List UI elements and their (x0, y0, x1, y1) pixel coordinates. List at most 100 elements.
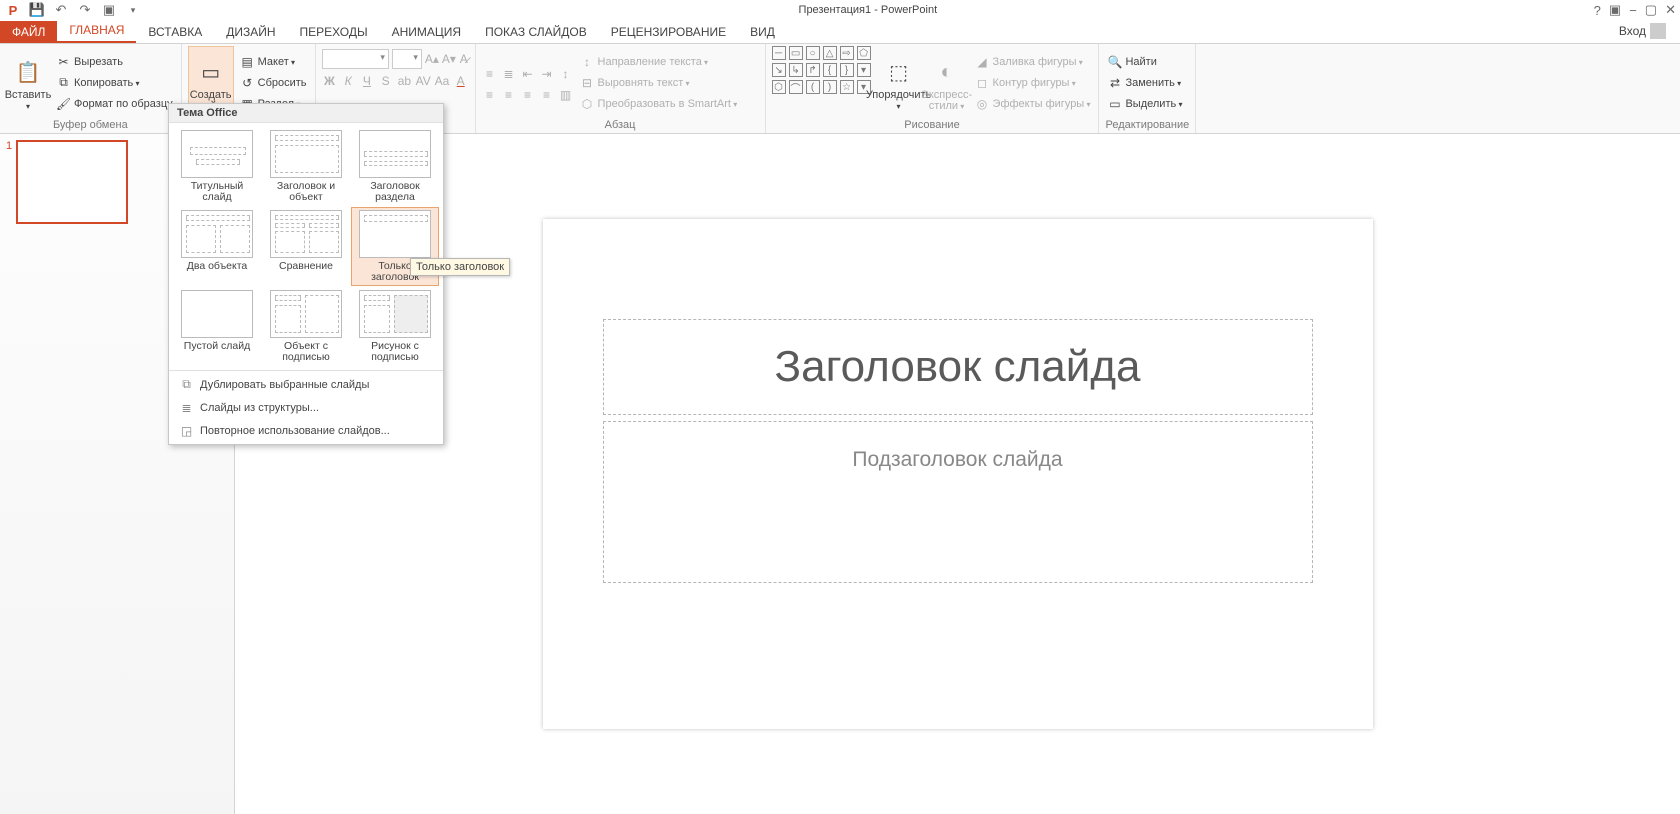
reset-button[interactable]: ↺Сбросить (238, 73, 309, 93)
paste-button[interactable]: 📋 Вставить (6, 46, 50, 119)
reset-label: Сбросить (258, 77, 307, 89)
bold-icon[interactable]: Ж (322, 72, 338, 90)
ribbon-opts-icon[interactable]: ▣ (1609, 2, 1621, 18)
subtitle-placeholder[interactable]: Подзаголовок слайда (603, 421, 1313, 583)
duplicate-slides-item[interactable]: ⧉Дублировать выбранные слайды (169, 373, 443, 396)
app-icon: P (4, 1, 22, 19)
spacing-icon[interactable]: AV (415, 72, 431, 90)
arrange-button[interactable]: ⬚ Упорядочить (877, 46, 921, 119)
align-center-icon[interactable]: ≡ (501, 86, 517, 104)
grow-font-icon[interactable]: A▴ (425, 50, 439, 68)
layout-title-slide[interactable]: Титульный слайд (173, 127, 261, 206)
numbering-icon[interactable]: ≣ (501, 65, 517, 83)
line-spacing-icon[interactable]: ↕ (558, 65, 574, 83)
brush-icon: 🖌 (56, 96, 71, 111)
quick-styles-button[interactable]: ◐ Экспресс-стили (925, 46, 969, 119)
align-text-button[interactable]: ⊟Выровнять текст (578, 73, 740, 93)
group-clipboard-label: Буфер обмена (6, 119, 175, 133)
fill-icon: ◢ (975, 54, 990, 69)
replace-button[interactable]: ⇄Заменить (1105, 73, 1184, 93)
undo-icon[interactable]: ↶ (52, 1, 70, 19)
text-direction-label: Направление текста (598, 56, 709, 68)
maximize-icon[interactable]: ▢ (1645, 2, 1657, 18)
layout-title-content[interactable]: Заголовок и объект (262, 127, 350, 206)
select-button[interactable]: ▭Выделить (1105, 94, 1184, 114)
indent-dec-icon[interactable]: ⇤ (520, 65, 536, 83)
help-icon[interactable]: ? (1594, 3, 1601, 18)
tab-transitions[interactable]: ПЕРЕХОДЫ (288, 21, 380, 43)
redo-icon[interactable]: ↷ (76, 1, 94, 19)
group-paragraph-label: Абзац (482, 119, 759, 133)
find-icon: 🔍 (1107, 54, 1122, 69)
bullets-icon[interactable]: ≡ (482, 65, 498, 83)
tab-review[interactable]: РЕЦЕНЗИРОВАНИЕ (599, 21, 738, 43)
font-size-select[interactable] (392, 49, 422, 69)
slides-from-outline-item[interactable]: ≣Слайды из структуры... (169, 396, 443, 419)
layout-button[interactable]: ▤Макет (238, 52, 309, 72)
underline-icon[interactable]: Ч (359, 72, 375, 90)
align-left-icon[interactable]: ≡ (482, 86, 498, 104)
tab-view[interactable]: ВИД (738, 21, 787, 43)
shape-gallery[interactable]: ─▭○△⇨⬠ ↘↳↱{}▾ ⬡⌒()☆▾ (772, 46, 873, 119)
cut-button[interactable]: ✂Вырезать (54, 52, 175, 72)
slide-canvas[interactable]: Заголовок слайда Подзаголовок слайда (235, 134, 1680, 814)
group-editing: 🔍Найти ⇄Заменить ▭Выделить Редактировани… (1099, 44, 1196, 133)
outline-icon: ≣ (179, 400, 194, 415)
close-icon[interactable]: ✕ (1665, 2, 1676, 18)
strike-icon[interactable]: S (378, 72, 394, 90)
layout-two-content[interactable]: Два объекта (173, 207, 261, 286)
minimize-icon[interactable]: − (1629, 3, 1637, 18)
effects-icon: ◎ (975, 96, 990, 111)
title-placeholder[interactable]: Заголовок слайда (603, 319, 1313, 415)
shape-effects-button[interactable]: ◎Эффекты фигуры (973, 94, 1093, 114)
align-right-icon[interactable]: ≡ (520, 86, 536, 104)
layout-icon: ▤ (240, 54, 255, 69)
tab-animations[interactable]: АНИМАЦИЯ (380, 21, 473, 43)
cut-icon: ✂ (56, 54, 71, 69)
shape-fill-button[interactable]: ◢Заливка фигуры (973, 52, 1093, 72)
smartart-button[interactable]: ⬡Преобразовать в SmartArt (578, 94, 740, 114)
copy-button[interactable]: ⧉Копировать (54, 73, 175, 93)
layout-picture-caption[interactable]: Рисунок с подписью (351, 287, 439, 366)
text-direction-button[interactable]: ↕Направление текста (578, 52, 740, 72)
save-icon[interactable]: 💾 (28, 1, 46, 19)
layout-blank[interactable]: Пустой слайд (173, 287, 261, 366)
format-painter-button[interactable]: 🖌Формат по образцу (54, 94, 175, 114)
layout-comparison[interactable]: Сравнение (262, 207, 350, 286)
italic-icon[interactable]: К (340, 72, 356, 90)
slide[interactable]: Заголовок слайда Подзаголовок слайда (543, 219, 1373, 729)
slide-thumb-preview[interactable] (16, 140, 128, 224)
signin[interactable]: Вход (1611, 19, 1674, 43)
case-icon[interactable]: Aa (434, 72, 450, 90)
font-color-icon[interactable]: A (453, 72, 469, 90)
gallery-header: Тема Office (169, 104, 443, 123)
shape-outline-label: Контур фигуры (993, 77, 1076, 89)
tooltip: Только заголовок (410, 258, 510, 276)
tab-file[interactable]: ФАЙЛ (0, 21, 57, 43)
smartart-icon: ⬡ (580, 96, 595, 111)
reuse-slides-item[interactable]: ◲Повторное использование слайдов... (169, 419, 443, 442)
quick-access-toolbar: P 💾 ↶ ↷ ▣ ▾ (4, 1, 142, 19)
tab-insert[interactable]: ВСТАВКА (136, 21, 214, 43)
columns-icon[interactable]: ▥ (558, 86, 574, 104)
quick-styles-icon: ◐ (932, 58, 962, 88)
clear-format-icon[interactable]: A̷ (459, 50, 469, 68)
justify-icon[interactable]: ≡ (539, 86, 555, 104)
tab-home[interactable]: ГЛАВНАЯ (57, 19, 136, 43)
shadow-icon[interactable]: ab (397, 72, 413, 90)
shrink-font-icon[interactable]: A▾ (442, 50, 456, 68)
tab-slideshow[interactable]: ПОКАЗ СЛАЙДОВ (473, 21, 599, 43)
window-controls: ? ▣ − ▢ ✕ (1594, 2, 1676, 18)
layout-label: Макет (258, 56, 295, 68)
layout-content-caption[interactable]: Объект с подписью (262, 287, 350, 366)
font-family-select[interactable] (322, 49, 389, 69)
indent-inc-icon[interactable]: ⇥ (539, 65, 555, 83)
layout-section-header[interactable]: Заголовок раздела (351, 127, 439, 206)
paste-icon: 📋 (13, 58, 43, 88)
find-button[interactable]: 🔍Найти (1105, 52, 1184, 72)
qat-more-icon[interactable]: ▾ (124, 1, 142, 19)
tab-design[interactable]: ДИЗАЙН (214, 21, 287, 43)
replace-icon: ⇄ (1107, 75, 1122, 90)
shape-outline-button[interactable]: ◻Контур фигуры (973, 73, 1093, 93)
start-show-icon[interactable]: ▣ (100, 1, 118, 19)
